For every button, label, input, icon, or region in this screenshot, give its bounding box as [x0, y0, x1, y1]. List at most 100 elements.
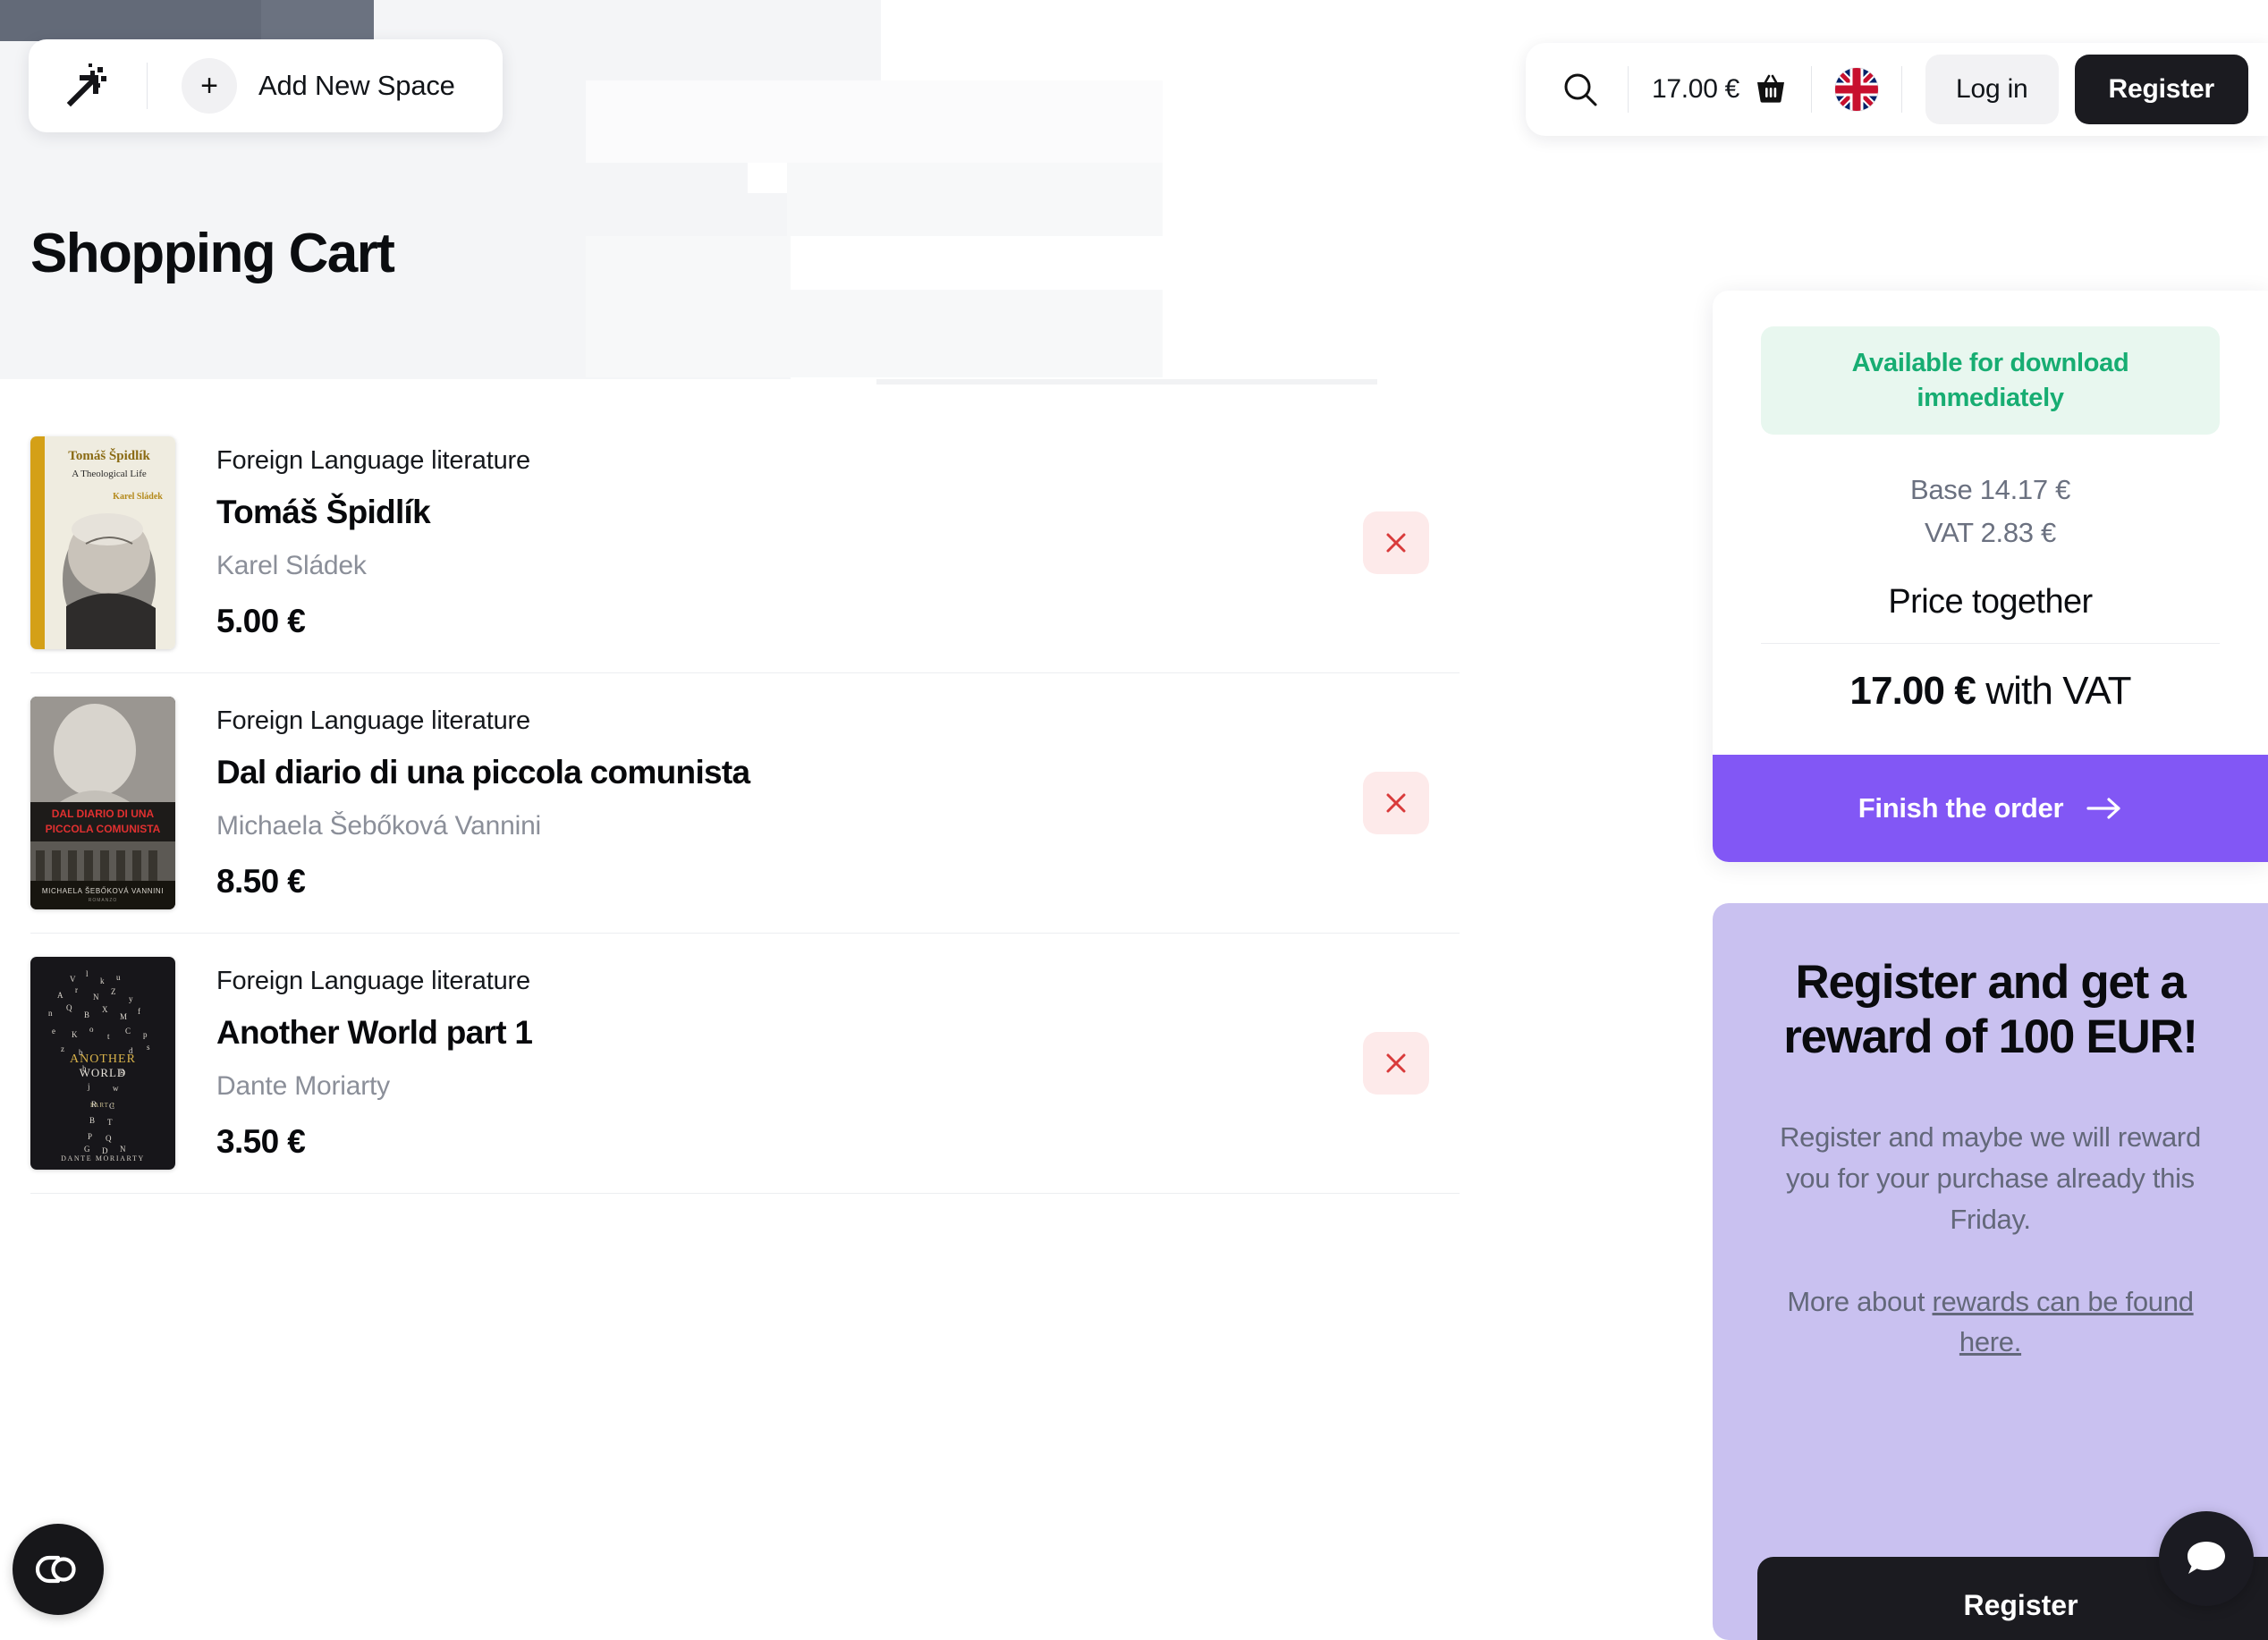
- svg-text:Tomáš Špidlík: Tomáš Špidlík: [68, 448, 150, 463]
- summary-total: 17.00 € with VAT: [1761, 669, 2220, 714]
- remove-item-button[interactable]: [1363, 1032, 1429, 1095]
- book-cover-image: Tomáš Špidlík A Theological Life Karel S…: [30, 436, 175, 649]
- svg-text:N: N: [120, 1145, 126, 1154]
- summary-divider: [1761, 643, 2220, 645]
- item-price: 8.50 €: [216, 862, 306, 900]
- svg-text:P: P: [88, 1132, 92, 1141]
- svg-text:u: u: [116, 973, 121, 982]
- search-button[interactable]: [1556, 65, 1604, 114]
- svg-text:PART 1: PART 1: [90, 1102, 115, 1109]
- cart-item-info: Foreign Language literature Another Worl…: [175, 967, 1363, 1161]
- book-cover[interactable]: DAL DIARIO DI UNA PICCOLA COMUNISTA MICH…: [30, 697, 175, 909]
- shopping-basket-icon: [1757, 74, 1784, 103]
- svg-text:p: p: [143, 1030, 148, 1039]
- item-category: Foreign Language literature: [216, 445, 530, 475]
- bg-block-dark: [0, 0, 374, 41]
- svg-text:G: G: [84, 1145, 90, 1154]
- book-cover-image: DAL DIARIO DI UNA PICCOLA COMUNISTA MICH…: [30, 697, 175, 909]
- remove-item-button[interactable]: [1363, 772, 1429, 834]
- book-cover-image: Vlk u ArNZy nQBXMf e KotC p zbds hg jw RC B…: [30, 957, 175, 1170]
- svg-text:n: n: [48, 1009, 53, 1018]
- book-cover[interactable]: Tomáš Špidlík A Theological Life Karel S…: [30, 436, 175, 649]
- top-navigation: 17.00 € Log in Register: [1526, 43, 2268, 136]
- svg-text:Z: Z: [111, 987, 116, 996]
- add-new-space-label: Add New Space: [258, 70, 455, 101]
- nav-divider: [1628, 66, 1629, 113]
- cart-item-info: Foreign Language literature Dal diario d…: [175, 706, 1363, 900]
- nav-divider: [1811, 66, 1812, 113]
- register-button-header[interactable]: Register: [2074, 55, 2248, 124]
- svg-text:A Theological Life: A Theological Life: [72, 469, 147, 479]
- svg-text:V: V: [70, 975, 76, 984]
- nav-divider: [1901, 66, 1902, 113]
- item-author: Dante Moriarty: [216, 1070, 390, 1101]
- order-summary-card: Available for download immediately Base …: [1713, 291, 2268, 863]
- svg-text:e: e: [52, 1027, 55, 1036]
- accessibility-toggle-icon: [35, 1555, 76, 1584]
- cart-total-amount: 17.00 €: [1652, 74, 1739, 104]
- bg-block: [586, 80, 1163, 163]
- svg-text:X: X: [102, 1005, 108, 1014]
- sparkle-arrow-icon: [66, 63, 106, 107]
- language-selector[interactable]: [1835, 68, 1878, 111]
- svg-text:k: k: [100, 976, 105, 985]
- bg-block: [787, 163, 1163, 236]
- svg-text:B: B: [89, 1116, 95, 1125]
- item-title[interactable]: Dal diario di una piccola comunista: [216, 754, 1363, 791]
- svg-text:j: j: [87, 1082, 90, 1091]
- search-icon: [1564, 73, 1597, 106]
- uk-flag-icon: [1835, 68, 1878, 111]
- svg-text:T: T: [107, 1118, 113, 1127]
- svg-text:C: C: [125, 1027, 131, 1036]
- summary-base-price: Base 14.17 €: [1909, 474, 2071, 506]
- svg-text:Karel Sládek: Karel Sládek: [113, 492, 163, 502]
- book-cover[interactable]: Vlku ArNZy nQBXMf eKotCp zbds hg jw RC B…: [30, 957, 175, 1170]
- finish-order-button[interactable]: Finish the order: [1713, 755, 2268, 863]
- bg-block-dark: [0, 0, 261, 41]
- svg-text:DAL DIARIO DI UNA: DAL DIARIO DI UNA: [52, 807, 155, 820]
- cart-item-info: Foreign Language literature Tomáš Špidlí…: [175, 446, 1363, 640]
- login-button[interactable]: Log in: [1925, 55, 2059, 124]
- svg-text:r: r: [75, 985, 78, 994]
- close-x-icon: [1386, 533, 1406, 553]
- cart-item-list: Tomáš Špidlík A Theological Life Karel S…: [30, 413, 1460, 1194]
- cart-item-row: DAL DIARIO DI UNA PICCOLA COMUNISTA MICH…: [30, 673, 1460, 934]
- item-title[interactable]: Tomáš Špidlík: [216, 494, 1363, 531]
- svg-text:z: z: [61, 1044, 64, 1053]
- price-together-label: Price together: [1888, 583, 2093, 621]
- svg-text:ROMANZO: ROMANZO: [89, 898, 118, 903]
- svg-text:PICCOLA COMUNISTA: PICCOLA COMUNISTA: [46, 823, 161, 835]
- svg-text:A: A: [57, 991, 63, 1000]
- accessibility-widget-button[interactable]: [13, 1524, 104, 1615]
- cart-button[interactable]: 17.00 €: [1652, 72, 1788, 106]
- svg-text:Q: Q: [66, 1003, 72, 1012]
- svg-text:WORLD: WORLD: [80, 1066, 127, 1079]
- summary-vat: VAT 2.83 €: [1925, 517, 2056, 549]
- svg-text:y: y: [129, 994, 133, 1003]
- svg-text:M: M: [120, 1012, 127, 1021]
- chat-bubble-icon: [2188, 1542, 2225, 1574]
- promo-body-text: Register and maybe we will reward you fo…: [1780, 1120, 2201, 1235]
- rewards-link[interactable]: rewards can be found here.: [1933, 1286, 2194, 1358]
- promo-link-line: More about rewards can be found here.: [1757, 1281, 2223, 1364]
- close-x-icon: [1386, 793, 1406, 813]
- remove-item-button[interactable]: [1363, 511, 1429, 574]
- chat-widget-button[interactable]: [2159, 1511, 2254, 1606]
- bg-block: [586, 236, 1163, 377]
- arrow-right-icon: [2086, 798, 2120, 819]
- item-title[interactable]: Another World part 1: [216, 1014, 1363, 1052]
- item-price: 3.50 €: [216, 1122, 306, 1160]
- item-category: Foreign Language literature: [216, 706, 530, 735]
- svg-text:s: s: [147, 1043, 150, 1052]
- svg-text:DANTE MORIARTY: DANTE MORIARTY: [61, 1154, 145, 1162]
- promo-title: Register and get a reward of 100 EUR!: [1783, 956, 2198, 1064]
- page-root: + Add New Space 17.00 € Log in Register …: [0, 0, 2268, 1640]
- bg-block: [586, 0, 881, 80]
- finish-order-label: Finish the order: [1858, 792, 2064, 824]
- add-new-space-button[interactable]: + Add New Space: [148, 58, 455, 114]
- svg-text:N: N: [93, 993, 99, 1002]
- svg-text:K: K: [72, 1030, 78, 1039]
- logo-button[interactable]: [29, 39, 147, 132]
- availability-badge: Available for download immediately: [1761, 326, 2220, 435]
- svg-text:f: f: [138, 1007, 140, 1016]
